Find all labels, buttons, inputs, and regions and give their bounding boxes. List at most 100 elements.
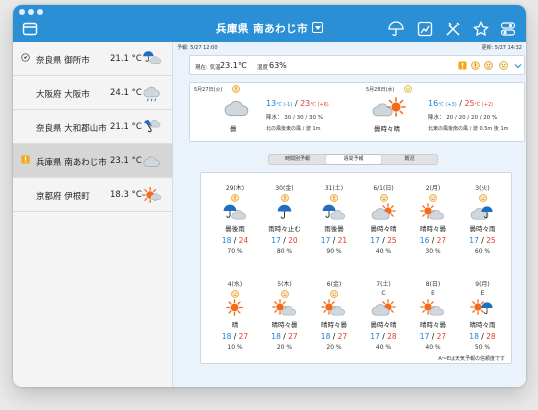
day-weather: 晴	[231, 321, 239, 329]
tomorrow-low-diff: ℃ (+3)	[438, 102, 457, 108]
day-high: 25	[387, 236, 397, 245]
comfort-face-icon[interactable]	[484, 61, 493, 70]
city-name: 奈良県 大和郡山市	[36, 124, 107, 134]
tab-weekly[interactable]: 週間予報	[326, 155, 381, 164]
city-list-item[interactable]: 京都府 伊根町 18.3 °C	[13, 178, 173, 212]
day-low: 18	[271, 332, 281, 341]
reliability-badge: C	[381, 290, 386, 297]
radar-chart-icon[interactable]	[417, 21, 433, 37]
day-date: 29(木)	[225, 185, 245, 192]
current-temp-label: 現在: 気温	[195, 65, 221, 71]
day-date: 5(木)	[277, 281, 292, 288]
chevron-down-icon[interactable]	[514, 62, 522, 70]
day-low: 17	[419, 332, 430, 341]
day-high: 27	[337, 332, 348, 341]
warning-level-icon	[232, 85, 240, 93]
today-rain-values: 30 / 30 / 30 %	[284, 115, 323, 121]
zoom-window-button[interactable]	[37, 9, 43, 15]
forecast-day[interactable]: 31(土) 雨後曇 17 / 21 90 %	[307, 183, 361, 255]
day-temps: 17 / 25	[469, 236, 496, 245]
today-weather: 曇	[230, 125, 237, 133]
tomorrow-high-diff: ℃ (+2)	[474, 102, 494, 108]
cloud-icon	[143, 156, 160, 167]
forecast-time: 予報: 5/27 12:00	[177, 45, 218, 51]
day-temps: 18 / 27	[221, 332, 249, 341]
city-list-item[interactable]: 大阪府 大阪市 24.1 °C	[13, 76, 173, 110]
tomorrow-wind: 北東の風後南の風 / 波 0.5m 後 1m	[428, 126, 509, 132]
forecast-day[interactable]: 7(土) C 曇時々晴 17 / 28 40 %	[357, 279, 411, 351]
day-high: 24	[238, 236, 249, 245]
city-temp: 21.1 °C	[110, 122, 142, 132]
forecast-day[interactable]: 30(金) 雨時々止む 17 / 20 80 %	[258, 183, 312, 255]
day-temps: 18 / 24	[221, 236, 249, 245]
day-temps: 18 / 28	[469, 332, 496, 341]
forecast-day[interactable]: 3(火) 曇時々雨 17 / 25 60 %	[456, 183, 510, 255]
forecast-day[interactable]: 4(水) 晴 18 / 27 10 %	[208, 279, 262, 351]
umbrella-cloud-icon	[322, 204, 345, 220]
day-date: 9(月)	[475, 281, 490, 288]
minimize-window-button[interactable]	[28, 9, 34, 15]
warning-level-icon[interactable]	[471, 61, 480, 70]
sun-cloud-icon	[271, 299, 296, 316]
umbrella-closed-icon	[143, 119, 161, 133]
day-weather: 曇時々晴	[370, 225, 397, 233]
favorite-star-icon[interactable]	[473, 21, 489, 37]
umbrella-icon[interactable]	[388, 21, 404, 37]
today-high-diff: ℃ (+6)	[310, 102, 329, 108]
app-window: 兵庫県 南あわじ市 奈良県 御所市 21.1 °C 大阪府 大阪市 24.1 °…	[13, 5, 526, 387]
settings-toggle-icon[interactable]	[500, 21, 516, 37]
tomorrow-rain: 降水： 20 / 20 / 20 / 20 %	[428, 113, 497, 121]
tab-hourly[interactable]: 時間別予報	[270, 155, 325, 164]
day-date: 30(金)	[275, 185, 294, 192]
cloud-icon	[224, 100, 249, 117]
forecast-day[interactable]: 6/1(日) 曇時々晴 17 / 25 40 %	[357, 183, 411, 255]
forecast-day[interactable]: 6(金) 晴時々曇 18 / 27 20 %	[307, 279, 361, 351]
sun-umbrella-icon	[469, 299, 493, 315]
day-low: 16	[419, 236, 430, 245]
titlebar: 兵庫県 南あわじ市	[13, 5, 526, 42]
day-weather: 晴時々曇	[420, 225, 446, 233]
tomorrow-temps: 16℃ (+3) / 25℃ (+2)	[428, 99, 494, 108]
weekly-forecast-grid: 29(木) 曇後雨 18 / 24 70 % 30(金) 雨時々止む 17 / 20 80 %…	[200, 172, 512, 364]
day-date: 4(水)	[227, 281, 243, 288]
forecast-day[interactable]: 9(月) E 晴時々雨 18 / 28 50 %	[456, 279, 510, 351]
day-low: 17	[370, 332, 380, 341]
day-weather: 曇時々晴	[370, 321, 397, 329]
day-high: 27	[436, 332, 447, 341]
city-name: 奈良県 御所市	[36, 56, 90, 66]
today-low-diff: ℃ (-1)	[276, 102, 293, 108]
day-temps: 18 / 27	[320, 332, 348, 341]
tab-overview[interactable]: 概況	[382, 155, 437, 164]
location-dropdown-icon[interactable]	[312, 22, 324, 33]
two-day-forecast: 5月27日(火) 曇 13℃ (-1) / 23℃ (+6) 降水： 30 / …	[189, 82, 525, 142]
day-pop: 90 %	[326, 248, 342, 255]
close-window-button[interactable]	[19, 9, 25, 15]
city-list-item[interactable]: 奈良県 大和郡山市 21.1 °C	[13, 110, 173, 144]
day-temps: 16 / 27	[419, 236, 447, 245]
humidity-label: 湿度	[257, 65, 269, 71]
forecast-tabs: 時間別予報 週間予報 概況	[268, 154, 438, 165]
city-list-item[interactable]: 奈良県 御所市 21.1 °C	[13, 42, 173, 76]
pollen-face-icon	[429, 194, 437, 202]
day-pop: 10 %	[227, 344, 243, 351]
tools-icon[interactable]	[445, 21, 461, 37]
cloud-sun-icon	[372, 97, 406, 117]
city-name: 京都府 伊根町	[36, 192, 90, 202]
forecast-day[interactable]: 8(日) E 晴時々曇 17 / 27 40 %	[406, 279, 460, 351]
pollen-face-icon[interactable]	[499, 61, 508, 70]
day-weather: 雨時々止む	[268, 225, 301, 233]
pollen-face-icon	[379, 194, 388, 202]
day-high: 27	[238, 332, 249, 341]
sun-cloud-icon	[420, 299, 444, 316]
day-pop: 70 %	[227, 248, 243, 255]
city-list-item-selected[interactable]: 兵庫県 南あわじ市 23.1 °C	[13, 144, 173, 178]
sun-cloud-icon	[321, 299, 345, 316]
cloud-rain-icon	[143, 86, 160, 102]
alert-icon[interactable]	[458, 61, 467, 70]
day-high: 21	[337, 236, 348, 245]
forecast-panel: 予報: 5/27 12:00 更新: 5/27 14:32 現在: 気温 23.…	[173, 42, 526, 387]
forecast-day[interactable]: 5(木) 晴時々曇 18 / 27 20 %	[258, 279, 312, 351]
forecast-day[interactable]: 2(月) 晴時々曇 16 / 27 30 %	[406, 183, 460, 255]
city-name: 兵庫県 南あわじ市	[36, 158, 107, 168]
forecast-day[interactable]: 29(木) 曇後雨 18 / 24 70 %	[208, 183, 262, 255]
